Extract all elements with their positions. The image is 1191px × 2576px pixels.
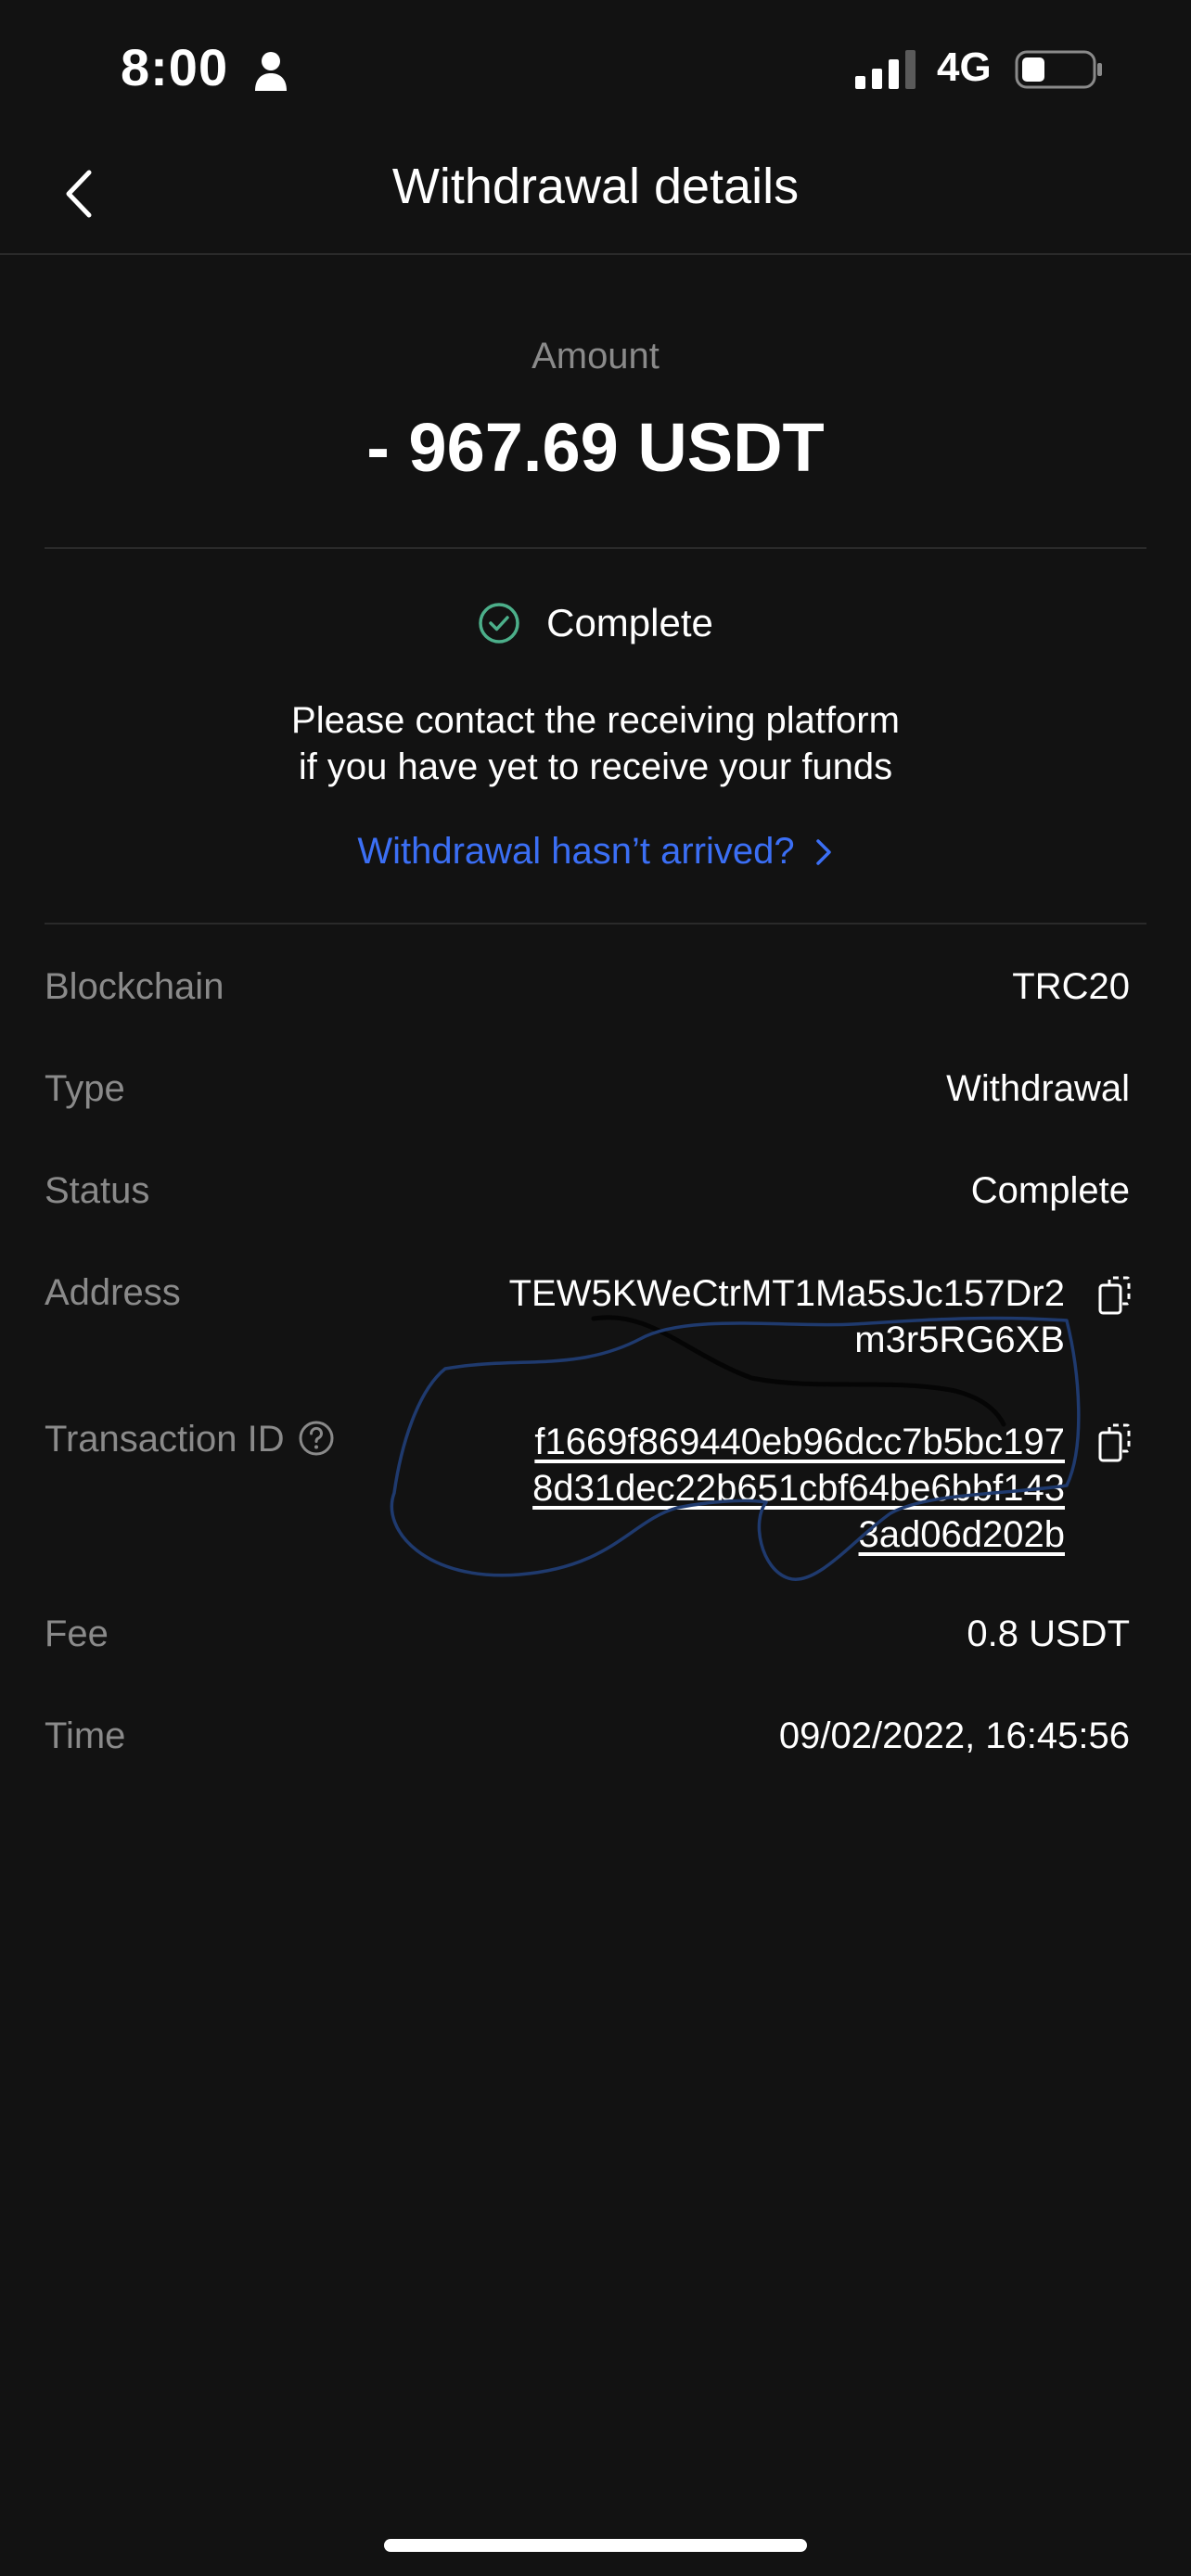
network-type: 4G <box>937 45 992 90</box>
time-label: Time <box>45 1715 126 1756</box>
copy-txid-icon[interactable] <box>1098 1423 1132 1462</box>
amount-value: - 967.69 USDT <box>366 409 825 486</box>
divider <box>45 547 1146 549</box>
transaction-id-label: Transaction ID <box>45 1419 335 1460</box>
nav-bar: Withdrawal details <box>0 139 1191 255</box>
address-line: TEW5KWeCtrMT1Ma5sJc157Dr2 <box>508 1273 1065 1314</box>
txid-line: 3ad06d202b <box>858 1514 1065 1555</box>
transaction-id-label-text: Transaction ID <box>45 1419 285 1460</box>
status-time: 8:00 <box>121 38 229 96</box>
address-value: TEW5KWeCtrMT1Ma5sJc157Dr2 m3r5RG6XB <box>509 1270 1065 1363</box>
txid-line: 8d31dec22b651cbf64be6bbf143 <box>532 1468 1065 1509</box>
check-circle-icon <box>479 603 519 644</box>
status-text: Complete <box>546 601 713 644</box>
notice-line: if you have yet to receive your funds <box>298 746 893 787</box>
notice-line: Please contact the receiving platform <box>291 700 900 741</box>
home-indicator[interactable] <box>384 2539 807 2552</box>
amount-label: Amount <box>531 336 660 376</box>
chevron-right-icon <box>815 838 831 865</box>
copy-address-icon[interactable] <box>1098 1276 1132 1315</box>
time-value: 09/02/2022, 16:45:56 <box>778 1715 1130 1756</box>
person-icon <box>255 52 287 91</box>
fee-label: Fee <box>45 1613 109 1654</box>
help-icon[interactable] <box>298 1420 335 1457</box>
fee-value: 0.8 USDT <box>967 1613 1130 1654</box>
type-label: Type <box>45 1068 125 1109</box>
status-label: Status <box>45 1170 150 1211</box>
signal-icon <box>855 50 916 89</box>
address-label: Address <box>45 1272 181 1313</box>
status-indicator: Complete <box>0 601 1191 645</box>
txid-line: f1669f869440eb96dcc7b5bc197 <box>534 1422 1065 1462</box>
address-line: m3r5RG6XB <box>854 1320 1065 1360</box>
withdrawal-not-arrived-link[interactable]: Withdrawal hasn’t arrived? <box>0 831 1191 873</box>
link-label: Withdrawal hasn’t arrived? <box>357 831 795 872</box>
divider <box>45 923 1146 925</box>
battery-icon <box>1015 50 1102 89</box>
transaction-id-value[interactable]: f1669f869440eb96dcc7b5bc197 8d31dec22b65… <box>532 1419 1065 1558</box>
blockchain-label: Blockchain <box>45 966 224 1007</box>
status-bar: 8:00 4G <box>0 0 1191 139</box>
type-value: Withdrawal <box>946 1068 1130 1109</box>
page-title: Withdrawal details <box>391 159 800 214</box>
blockchain-value: TRC20 <box>1012 966 1130 1007</box>
receive-notice: Please contact the receiving platform if… <box>0 697 1191 790</box>
status-value: Complete <box>970 1170 1130 1211</box>
